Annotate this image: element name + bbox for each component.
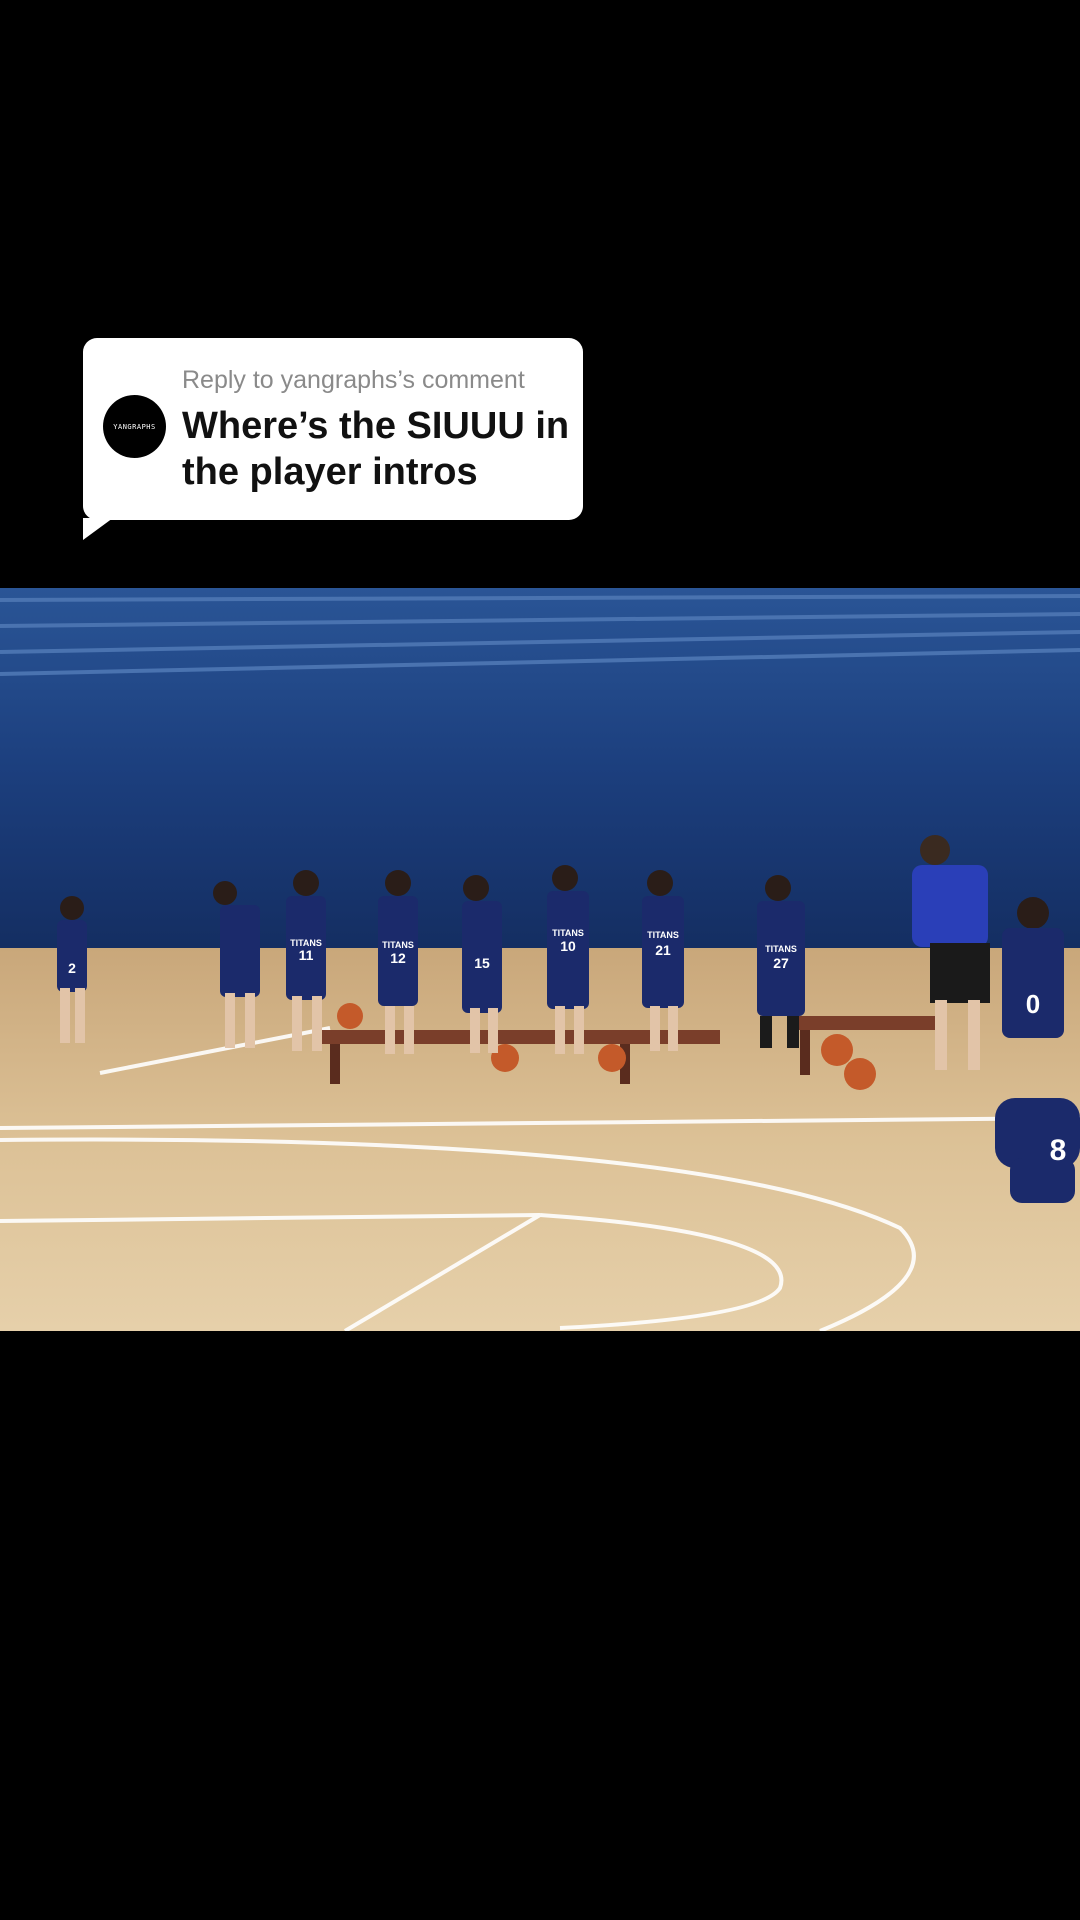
svg-text:12: 12 <box>390 950 406 966</box>
svg-text:TITANS: TITANS <box>552 928 584 938</box>
svg-text:10: 10 <box>560 938 576 954</box>
avatar-logo-text: YANGRAPHS <box>113 422 156 431</box>
svg-text:TITANS: TITANS <box>290 938 322 948</box>
svg-text:TITANS: TITANS <box>765 944 797 954</box>
reply-comment-bubble[interactable]: YANGRAPHS Reply to yangraphs’s comment W… <box>83 338 583 520</box>
svg-text:8: 8 <box>1050 1134 1067 1167</box>
svg-text:11: 11 <box>299 947 314 963</box>
svg-text:2: 2 <box>68 960 76 976</box>
bubble-tail <box>83 518 113 540</box>
svg-text:0: 0 <box>1026 989 1040 1019</box>
reply-comment-text: Where’s the SIUUU in the player intros <box>182 405 570 493</box>
commenter-avatar[interactable]: YANGRAPHS <box>103 395 166 458</box>
svg-text:21: 21 <box>655 942 671 958</box>
svg-text:27: 27 <box>773 955 789 971</box>
video-frame[interactable]: 2 11 12 15 10 21 27 0 8 TITANS TITANS TI… <box>0 588 1080 1331</box>
svg-text:TITANS: TITANS <box>382 940 414 950</box>
basketball-court-scene: 2 11 12 15 10 21 27 0 8 TITANS TITANS TI… <box>0 588 1080 1331</box>
reply-label: Reply to yangraphs’s comment <box>182 366 525 394</box>
svg-text:15: 15 <box>474 955 490 971</box>
svg-text:TITANS: TITANS <box>647 930 679 940</box>
